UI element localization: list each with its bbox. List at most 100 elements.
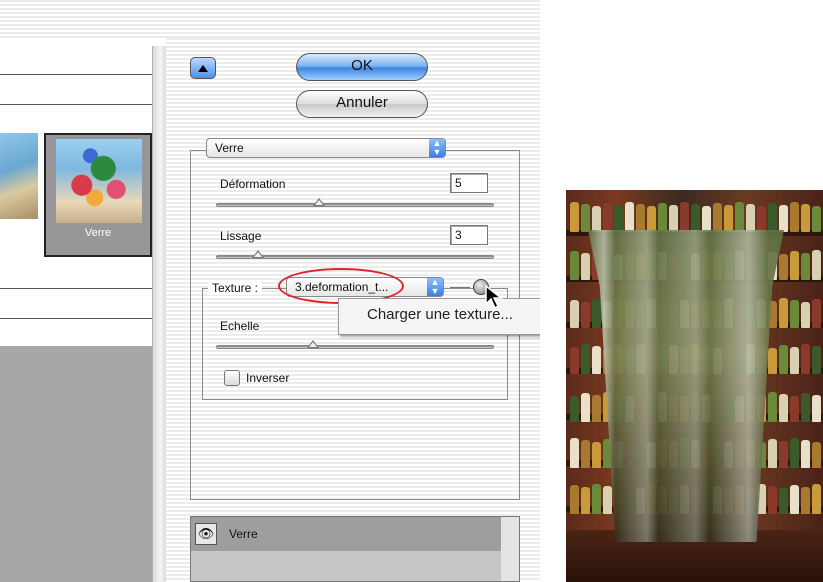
shelf-bottle — [713, 203, 722, 232]
shelf-bottle — [790, 347, 799, 374]
history-panel: 👁 Verre — [190, 516, 520, 582]
texture-label: Texture : — [208, 281, 263, 295]
shelf-bottle — [570, 438, 579, 468]
filter-select[interactable]: Verre ▲ ▼ — [206, 138, 446, 158]
shelf-bottle — [801, 440, 810, 468]
shelf-bottle — [625, 202, 634, 232]
collapse-button[interactable] — [190, 57, 216, 79]
shelf-bottle — [768, 439, 777, 468]
glass-object — [588, 230, 784, 542]
shelf-bottle — [790, 251, 799, 280]
shelf-bottle — [768, 203, 777, 232]
shelf-bottle — [801, 393, 810, 422]
shelf-bottle — [592, 206, 601, 232]
shelf-bottle — [812, 299, 821, 328]
shelf-bottle — [735, 202, 744, 232]
mouse-cursor-icon — [485, 284, 504, 310]
shelf-bottle — [581, 344, 590, 374]
shelf-bottle — [702, 206, 711, 232]
shelf-bottle — [570, 396, 579, 422]
shelf-bottle — [812, 395, 821, 422]
shelf-bottle — [592, 484, 601, 514]
shelf-bottle — [790, 300, 799, 328]
filter-select-value: Verre — [215, 141, 244, 155]
shelf-bottle — [658, 203, 667, 232]
list-separator — [0, 288, 152, 289]
eye-icon[interactable]: 👁 — [195, 523, 217, 545]
shelf-bottle — [779, 254, 788, 280]
lissage-label: Lissage — [220, 229, 262, 243]
shelf-bottle — [636, 204, 645, 232]
shelf-bottle — [801, 302, 810, 328]
shelf-bottle — [581, 487, 590, 514]
shelf-bottle — [779, 488, 788, 514]
popup-arrows-icon: ▲ ▼ — [429, 139, 445, 157]
dialog-title-area — [0, 0, 540, 38]
shelf-bottle — [790, 202, 799, 232]
shelf-bottle — [570, 485, 579, 514]
inverser-checkbox[interactable] — [224, 370, 240, 386]
lissage-field[interactable]: 3 — [450, 225, 488, 245]
shelf-bottle — [614, 205, 623, 232]
shelf-bottle — [812, 206, 821, 232]
shelf-bottle — [570, 347, 579, 374]
filter-thumbnail-image — [56, 139, 142, 223]
texture-context-menu: Charger une texture... — [338, 298, 540, 335]
deformation-field[interactable]: 5 — [450, 173, 488, 193]
cancel-button[interactable]: Annuler — [296, 90, 428, 118]
shelf-bottle — [581, 302, 590, 328]
shelf-bottle — [790, 485, 799, 514]
echelle-slider-thumb[interactable] — [307, 340, 320, 348]
shelf-bottle — [746, 204, 755, 232]
shelf-bottle — [812, 484, 821, 514]
shelf-bottle — [779, 298, 788, 328]
shelf-bottle — [581, 204, 590, 232]
shelf-bottle — [768, 486, 777, 514]
shelf-bottle — [812, 250, 821, 280]
shelf-bottle — [779, 394, 788, 422]
shelf-bottle — [581, 253, 590, 280]
shelf-bottle — [790, 396, 799, 422]
shelf-bottle — [570, 300, 579, 328]
filter-thumbnail-selected[interactable]: Verre — [44, 133, 152, 257]
shelf-bottle — [592, 346, 601, 374]
shelf-bottle — [812, 442, 821, 468]
shelf-bottle — [592, 442, 601, 468]
list-separator — [0, 74, 152, 75]
filter-thumbnail-previous[interactable] — [0, 133, 38, 219]
shelf-bottle — [669, 205, 678, 232]
inverser-label: Inverser — [246, 371, 290, 385]
shelf-bottle — [581, 440, 590, 468]
shelf-bottle — [724, 205, 733, 232]
history-row[interactable]: 👁 Verre — [191, 517, 501, 551]
shelf-bottle — [570, 202, 579, 232]
shelf-bottle — [801, 204, 810, 232]
shelf-bottle — [603, 486, 612, 514]
shelf-bottle — [603, 203, 612, 232]
shelf-bottle — [570, 251, 579, 280]
shelf-bottle — [812, 346, 821, 374]
glass-photo — [566, 190, 823, 582]
lissage-slider-thumb[interactable] — [251, 250, 264, 258]
list-scrollbar[interactable] — [152, 46, 167, 582]
shelf-bottle — [757, 206, 766, 232]
texture-menu-connector — [450, 287, 470, 288]
deformation-slider-thumb[interactable] — [312, 198, 325, 206]
shelf-bottle — [691, 204, 700, 232]
list-empty-area — [0, 346, 152, 582]
list-separator — [0, 104, 152, 105]
shelf-bottle — [768, 348, 777, 374]
list-separator — [0, 318, 152, 319]
history-scrollbar[interactable] — [501, 517, 519, 581]
shelf-bottle — [592, 395, 601, 422]
shelf-bottle — [581, 393, 590, 422]
shelf-bottle — [768, 392, 777, 422]
shelf-bottle — [592, 299, 601, 328]
deformation-slider-track[interactable] — [216, 203, 494, 207]
echelle-slider-track[interactable] — [216, 345, 494, 349]
shelf-bottle — [801, 344, 810, 374]
shelf-bottle — [779, 205, 788, 232]
shelf-bottle — [801, 487, 810, 514]
shelf-bottle — [779, 345, 788, 374]
ok-button[interactable]: OK — [296, 53, 428, 81]
